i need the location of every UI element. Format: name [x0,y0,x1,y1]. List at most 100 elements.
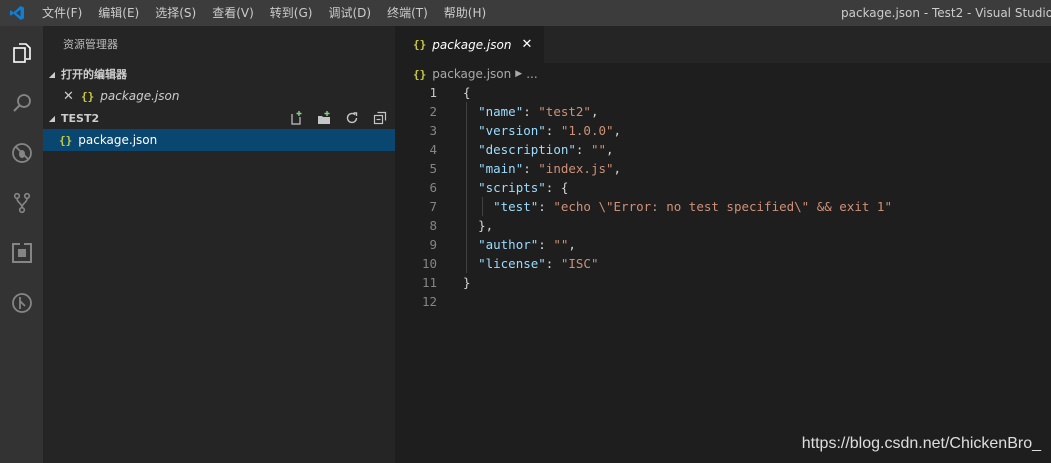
title-bar: 文件(F) 编辑(E) 选择(S) 查看(V) 转到(G) 调试(D) 终端(T) 帮助(H)… [0,0,1051,26]
refresh-icon[interactable] [343,109,361,127]
json-file-icon: {} [81,89,95,103]
extensions-icon[interactable] [5,236,38,269]
code-editor[interactable]: 1{2 "name": "test2", 3 "version": "1.0.0"… [395,83,1051,311]
line-number: 6 [429,180,437,195]
json-key: "version" [478,123,546,138]
json-file-icon: {} [413,38,427,51]
json-value: "" [590,142,607,157]
menu-item[interactable]: 编辑(E) [90,0,147,26]
folder-header[interactable]: ◢ TEST2 [43,107,395,129]
line-number: 9 [429,237,437,252]
indent-guide [466,102,467,273]
open-editor-item[interactable]: ✕ {} package.json [43,85,395,107]
json-punct: } [463,275,471,290]
line-number: 11 [421,275,437,290]
close-icon[interactable]: ✕ [521,37,532,52]
line-number: 5 [429,161,437,176]
menu-item[interactable]: 文件(F) [34,0,90,26]
menu-item[interactable]: 查看(V) [204,0,262,26]
json-value: "test2" [538,104,591,119]
json-file-icon: {} [413,67,427,81]
code-text: "test": "echo \"Error: no test specified… [493,199,892,214]
code-text: { [437,83,471,102]
debug-icon[interactable] [5,136,38,169]
collapse-all-icon[interactable] [371,109,389,127]
code-line: 8 }, [395,216,1051,235]
chevron-down-icon: ◢ [48,69,56,79]
folder-label: TEST2 [61,111,100,125]
json-value: "echo \"Error: no test specified\" && ex… [553,199,892,214]
json-key: "description" [478,142,576,157]
open-editor-label: package.json [100,89,180,103]
chevron-down-icon: ◢ [48,113,56,123]
menu-item[interactable]: 帮助(H) [436,0,494,26]
remote-icon[interactable] [5,286,38,319]
vscode-logo-icon [0,0,34,26]
chevron-right-icon: ▶ [515,69,523,79]
source-control-icon[interactable] [5,186,38,219]
window-title: package.json - Test2 - Visual Studio Cod… [841,6,1051,20]
file-item-label: package.json [78,133,158,147]
code-line: 6 "scripts": { [395,178,1051,197]
folder-actions [287,107,389,129]
indent-guide [482,197,483,216]
json-punct: { [463,85,471,100]
json-punct: , [590,104,599,119]
json-file-icon: {} [59,133,73,147]
code-line: 2 "name": "test2", [395,102,1051,121]
explorer-icon[interactable] [5,36,38,69]
code-line: 11} [395,273,1051,292]
json-key: "author" [478,237,539,252]
json-punct: , [613,161,622,176]
json-punct: , [568,237,576,252]
new-folder-icon[interactable] [315,109,333,127]
tab-bar: {} package.json ✕ [395,26,1051,63]
watermark: https://blog.csdn.net/ChickenBro_ [801,435,1041,452]
json-key: "license" [478,256,546,271]
json-punct: , [606,142,614,157]
breadcrumb-file[interactable]: package.json [432,67,511,81]
menu-item[interactable]: 终端(T) [379,0,436,26]
code-text: "name": "test2", [478,104,599,119]
json-value: "1.0.0" [560,123,614,138]
breadcrumb-more[interactable]: ... [526,67,537,81]
code-line: 10 "license": "ISC" [395,254,1051,273]
menu-item[interactable]: 转到(G) [262,0,321,26]
menu-item[interactable]: 调试(D) [320,0,379,26]
sidebar-title: 资源管理器 [63,38,118,51]
line-number: 3 [429,123,437,138]
json-punct: { [560,180,569,195]
line-number: 2 [429,104,437,119]
code-text: "scripts": { [478,180,569,195]
explorer-sidebar: 资源管理器 ◢ 打开的编辑器 ✕ {} package.json ◢ TEST2… [43,26,395,463]
close-icon[interactable]: ✕ [63,89,77,104]
search-icon[interactable] [5,86,38,119]
code-line: 1{ [395,83,1051,102]
line-number: 10 [421,256,437,271]
code-text: "author": "", [478,237,576,252]
line-number: 4 [429,142,437,157]
line-number: 8 [429,218,437,233]
breadcrumb: {} package.json ▶ ... [395,63,1051,85]
editor-area: {} package.json ✕ {} package.json ▶ ... … [395,26,1051,463]
file-item-package-json[interactable]: {} package.json [43,129,395,151]
json-punct: }, [478,218,494,233]
open-editors-header[interactable]: ◢ 打开的编辑器 [43,63,395,85]
line-number: 1 [429,85,437,100]
menu-item[interactable]: 选择(S) [147,0,204,26]
json-key: "name" [478,104,524,119]
menu-bar: 文件(F) 编辑(E) 选择(S) 查看(V) 转到(G) 调试(D) 终端(T) 帮助(H) [34,0,494,26]
code-line: 12 [395,292,1051,311]
code-text: } [437,273,471,292]
code-text: "description": "", [478,142,614,157]
code-line: 7 "test": "echo \"Error: no test specifi… [395,197,1051,216]
tab-package-json[interactable]: {} package.json ✕ [395,26,545,63]
code-text: "main": "index.js", [478,161,622,176]
code-line: 4 "description": "", [395,140,1051,159]
json-key: "test" [493,199,539,214]
new-file-icon[interactable] [287,109,305,127]
activity-bar [0,26,43,463]
code-text: "version": "1.0.0", [478,123,622,138]
json-value: "ISC" [560,256,599,271]
